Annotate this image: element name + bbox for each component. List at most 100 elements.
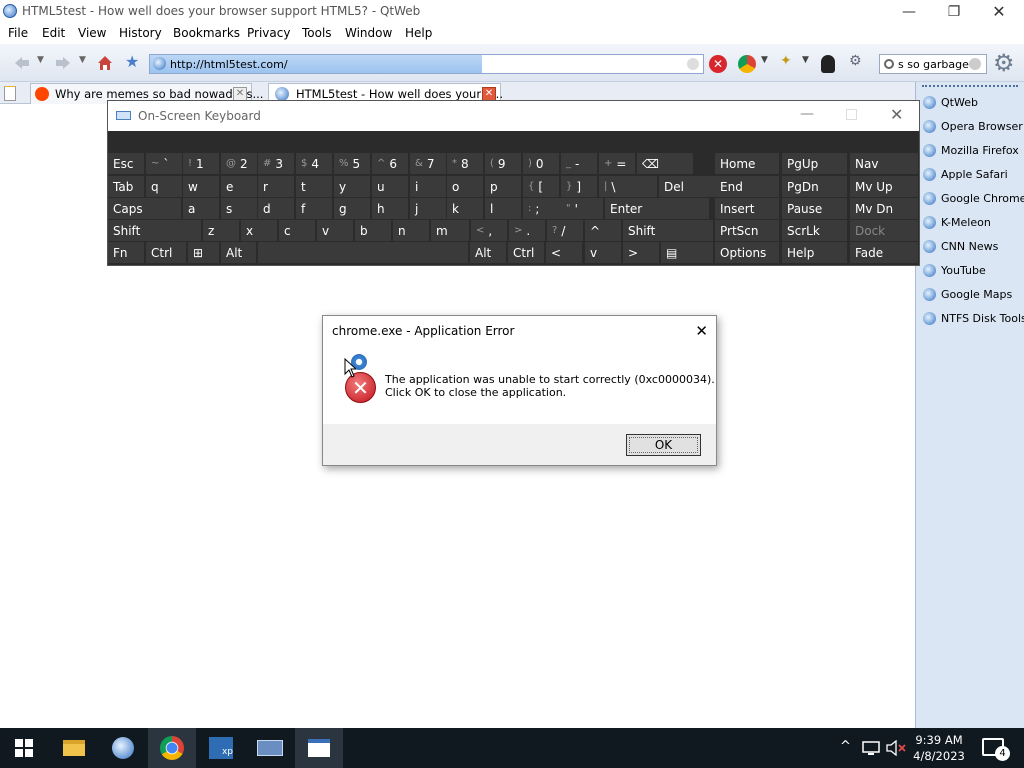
osk-key[interactable]: Ctrl — [508, 242, 544, 263]
osk-nav-key[interactable]: End — [715, 176, 779, 197]
forward-arrow-icon[interactable] — [55, 55, 71, 71]
action-center-button[interactable]: 4 — [982, 738, 1010, 761]
osk-key[interactable]: p — [485, 176, 521, 197]
osk-key[interactable]: j — [410, 198, 446, 219]
active-window-taskbar-button[interactable] — [295, 728, 343, 768]
osk-nav-key[interactable]: PgDn — [782, 176, 847, 197]
osk-key[interactable]: * 8 — [447, 153, 483, 174]
osk-nav-key[interactable]: Home — [715, 153, 779, 174]
osk-nav-key[interactable]: Pause — [782, 198, 847, 219]
osk-key[interactable]: <, — [471, 220, 507, 241]
osk-key[interactable]: s — [221, 198, 257, 219]
menu-bookmarks[interactable]: Bookmarks — [173, 26, 240, 40]
qtweb-taskbar-button[interactable] — [99, 728, 147, 768]
osk-key[interactable]: (9 — [485, 153, 521, 174]
chrome-icon[interactable] — [738, 55, 756, 73]
osk-minimize-button[interactable]: — — [800, 106, 814, 122]
osk-key[interactable]: b — [355, 220, 391, 241]
new-tab-icon[interactable] — [4, 86, 16, 101]
bookmark-firefox[interactable]: Mozilla Firefox — [923, 142, 1023, 162]
bookmark-youtube[interactable]: YouTube — [923, 262, 1023, 282]
osk-key[interactable]: Del — [659, 176, 715, 197]
file-explorer-button[interactable] — [50, 728, 98, 768]
osk-key[interactable]: }] — [561, 176, 597, 197]
osk-key[interactable]: Alt — [470, 242, 506, 263]
menu-privacy[interactable]: Privacy — [247, 26, 290, 40]
osk-key[interactable]: ! 1 — [183, 153, 219, 174]
osk-key[interactable]: y — [334, 176, 370, 197]
search-clear-icon[interactable] — [969, 58, 981, 70]
osk-key[interactable]: & 7 — [410, 153, 446, 174]
clear-address-icon[interactable] — [687, 58, 699, 70]
back-dropdown-icon[interactable]: ▼ — [37, 55, 53, 71]
osk-key[interactable]: Ctrl — [146, 242, 186, 263]
osk-key[interactable]: x — [241, 220, 277, 241]
ok-button[interactable]: OK — [626, 434, 701, 456]
minimize-button[interactable]: — — [886, 0, 932, 23]
osk-nav-key[interactable]: ScrLk — [782, 220, 847, 241]
osk-nav-key[interactable]: PgUp — [782, 153, 847, 174]
tab-close-icon[interactable]: ✕ — [233, 87, 247, 101]
osk-key[interactable]: o — [447, 176, 483, 197]
osk-key[interactable]: Alt — [221, 242, 256, 263]
bookmark-qtweb[interactable]: QtWeb — [923, 94, 1023, 114]
osk-key[interactable]: " ' — [561, 198, 603, 219]
osk-key[interactable]: Shift — [623, 220, 713, 241]
bookmark-cnn[interactable]: CNN News — [923, 238, 1023, 258]
osk-nav-key[interactable]: Fade — [850, 242, 918, 263]
osk-nav-key[interactable]: Help — [782, 242, 847, 263]
osk-key[interactable]: @2 — [221, 153, 257, 174]
menu-tools[interactable]: Tools — [302, 26, 332, 40]
osk-key[interactable]: ^ — [585, 220, 621, 241]
osk-close-button[interactable]: ✕ — [890, 105, 903, 124]
osk-key[interactable]: l — [485, 198, 521, 219]
osk-maximize-button[interactable] — [846, 109, 857, 120]
back-arrow-icon[interactable] — [14, 55, 30, 71]
osk-key[interactable]: t — [296, 176, 332, 197]
bookmark-safari[interactable]: Apple Safari — [923, 166, 1023, 186]
osk-nav-key[interactable]: Mv Dn — [850, 198, 918, 219]
osk-key[interactable]: ^ 6 — [372, 153, 408, 174]
settings-gear-icon[interactable]: ⚙ — [993, 51, 1017, 75]
menu-history[interactable]: History — [119, 26, 162, 40]
osk-key[interactable]: Caps — [108, 198, 181, 219]
osk-key[interactable]: w — [183, 176, 219, 197]
tab-close-icon[interactable]: ✕ — [482, 87, 496, 101]
osk-key[interactable]: Shift — [108, 220, 201, 241]
osk-key[interactable]: n — [393, 220, 429, 241]
osk-key[interactable]: :; — [523, 198, 565, 219]
osk-nav-key[interactable]: PrtScn — [715, 220, 779, 241]
start-button[interactable] — [0, 728, 48, 768]
osk-nav-key[interactable]: Nav — [850, 153, 918, 174]
osk-key[interactable]: + = — [599, 153, 635, 174]
osk-key[interactable]: _ - — [561, 153, 597, 174]
home-icon[interactable] — [97, 55, 113, 71]
osk-key[interactable]: >. — [509, 220, 545, 241]
system-clock[interactable]: 9:39 AM 4/8/2023 — [910, 732, 968, 764]
bookmark-star-icon[interactable]: ★ — [125, 52, 141, 71]
sidebar-grip[interactable] — [922, 85, 1018, 87]
osk-key[interactable]: g — [334, 198, 370, 219]
osk-key[interactable]: z — [203, 220, 239, 241]
osk-key[interactable]: #3 — [258, 153, 294, 174]
chrome-dropdown-icon[interactable]: ▼ — [761, 55, 777, 71]
osk-key[interactable]: h — [372, 198, 408, 219]
osk-key[interactable]: Fn — [108, 242, 144, 263]
osk-key[interactable]: Tab — [108, 176, 144, 197]
osk-key[interactable] — [258, 242, 468, 263]
osk-key[interactable]: v — [317, 220, 353, 241]
menu-help[interactable]: Help — [405, 26, 432, 40]
osk-key[interactable]: ▤ — [661, 242, 713, 263]
volume-muted-icon[interactable] — [886, 740, 906, 756]
bookmark-kmeleon[interactable]: K-Meleon — [923, 214, 1023, 234]
magic-wand-icon[interactable]: ✦ — [780, 53, 796, 69]
dialog-close-button[interactable]: ✕ — [695, 322, 708, 340]
osk-key[interactable]: k — [447, 198, 483, 219]
osk-key[interactable]: ) 0 — [523, 153, 559, 174]
proxy-settings-icon[interactable]: ⚙ — [849, 53, 865, 69]
osk-nav-key[interactable]: Options — [715, 242, 779, 263]
osk-key[interactable]: > — [623, 242, 659, 263]
osk-key[interactable]: i — [410, 176, 446, 197]
maximize-button[interactable]: ❐ — [931, 0, 977, 23]
stop-icon[interactable]: ✕ — [709, 55, 727, 73]
